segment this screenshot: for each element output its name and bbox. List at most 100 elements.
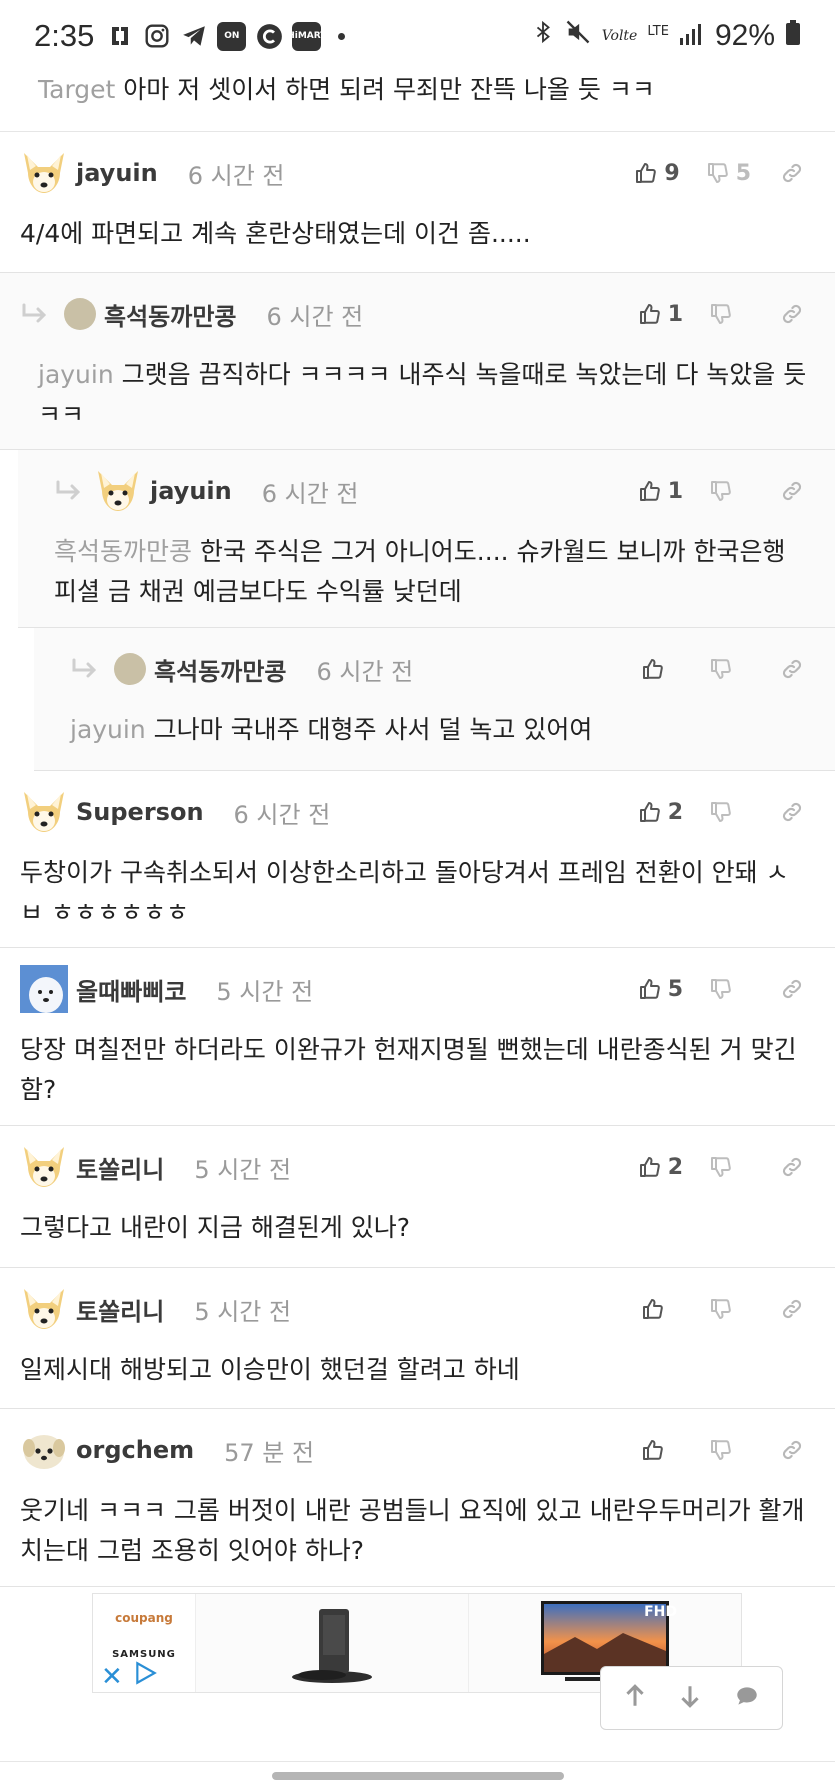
ad-brand-samsung: SAMSUNG <box>112 1648 176 1660</box>
link-icon[interactable] <box>779 1297 805 1321</box>
avatar[interactable] <box>20 1143 68 1191</box>
robot-vacuum-image <box>292 1609 372 1683</box>
comment-body: 그렇다고 내란이 지금 해결된게 있나? <box>0 1208 835 1270</box>
ad-choices-icon[interactable] <box>133 1660 159 1690</box>
comment-actions: 1 <box>622 479 805 504</box>
reply-arrow-icon <box>22 303 47 323</box>
nav-divider <box>0 1761 835 1762</box>
comment-icon[interactable] <box>733 1683 761 1713</box>
like-button[interactable]: 5 <box>638 977 683 1002</box>
comment-username[interactable]: 흑석동까만콩 <box>154 652 286 687</box>
comment-text: 4/4에 파면되고 계속 혼란상태였는데 이건 좀..... <box>20 219 531 248</box>
dislike-button[interactable] <box>709 1297 751 1321</box>
comment-text: 그렇다고 내란이 지금 해결된게 있나? <box>20 1213 411 1242</box>
comment-header: 토쏠리니 5 시간 전 2 <box>0 1126 835 1208</box>
comment-username[interactable]: 토쏠리니 <box>76 1150 164 1185</box>
link-icon[interactable] <box>779 479 805 503</box>
mention-tag[interactable]: Target <box>38 75 115 104</box>
bluetooth-icon <box>532 18 554 54</box>
comment-actions: 1 <box>622 302 805 327</box>
like-button[interactable]: 2 <box>638 1155 683 1180</box>
avatar[interactable] <box>20 1285 68 1333</box>
home-gesture-bar[interactable] <box>272 1772 564 1780</box>
avatar[interactable] <box>64 298 96 330</box>
arrow-down-icon[interactable] <box>677 1683 703 1713</box>
link-icon[interactable] <box>779 800 805 824</box>
like-count: 1 <box>667 301 683 327</box>
comment-header: 흑석동까만콩 6 시간 전 <box>34 628 835 710</box>
telegram-icon <box>180 22 208 50</box>
dislike-button[interactable] <box>709 800 751 824</box>
like-button[interactable] <box>641 1438 683 1462</box>
comment-item: Superson 6 시간 전 2 두창이가 구속취소되서 이상한소리하고 돌아당겨서… <box>0 771 835 948</box>
comment-time: 5 시간 전 <box>194 1297 292 1326</box>
dislike-button[interactable] <box>709 479 751 503</box>
like-count: 5 <box>667 976 683 1002</box>
comment-text: 아마 저 셋이서 하면 되려 무죄만 잔뜩 나올 듯 ㅋㅋ <box>123 75 655 104</box>
dislike-button[interactable]: 5 <box>706 161 751 186</box>
like-button[interactable]: 1 <box>638 302 683 327</box>
comment-time: 5 시간 전 <box>216 977 314 1006</box>
comment-body: 당장 며칠전만 하더라도 이완규가 헌재지명될 뻔했는데 내란종식된 거 맞긴 … <box>0 1030 835 1132</box>
comment-actions <box>625 1297 805 1321</box>
avatar[interactable] <box>20 149 68 197</box>
comment-actions: 2 <box>622 1155 805 1180</box>
comment-header: 흑석동까만콩 6 시간 전 1 <box>0 273 835 355</box>
link-icon[interactable] <box>779 657 805 681</box>
comment-body: 일제시대 해방되고 이승만이 했던걸 할려고 하네 <box>0 1350 835 1412</box>
like-button[interactable] <box>641 657 683 681</box>
comment-time: 6 시간 전 <box>261 479 359 508</box>
comment-actions: 95 <box>618 161 805 186</box>
comment-username[interactable]: 토쏠리니 <box>76 1292 164 1327</box>
mention-tag[interactable]: 흑석동까만콩 <box>54 537 192 566</box>
dislike-button[interactable] <box>709 657 751 681</box>
dislike-button[interactable] <box>709 977 751 1001</box>
link-icon[interactable] <box>779 1438 805 1462</box>
comment-time: 6 시간 전 <box>187 161 285 190</box>
status-bar: 2:35 ON HiMART Volte LTE 92% <box>0 0 835 72</box>
reply-arrow-icon <box>72 658 97 678</box>
c-app-icon <box>255 22 283 50</box>
instagram-icon <box>143 22 171 50</box>
avatar[interactable] <box>20 1426 68 1474</box>
dislike-button[interactable] <box>709 1438 751 1462</box>
avatar[interactable] <box>94 467 142 515</box>
status-left-icons: ON HiMART <box>106 21 346 51</box>
arrow-up-icon[interactable] <box>622 1683 648 1713</box>
comment-header: jayuin 6 시간 전 1 <box>18 450 835 532</box>
dislike-button[interactable] <box>709 1155 751 1179</box>
link-icon[interactable] <box>779 161 805 185</box>
comment-body: jayuin 그랫음 끔직하다 ㅋㅋㅋㅋ 내주식 녹을때로 녹았는데 다 녹았을… <box>0 355 835 457</box>
mention-tag[interactable]: jayuin <box>38 360 114 389</box>
comment-actions <box>625 1438 805 1462</box>
comment-body: 4/4에 파면되고 계속 혼란상태였는데 이건 좀..... <box>0 214 835 276</box>
comment-item: jayuin 6 시간 전 1 흑석동까만콩 한국 주식은 그거 아니어도.... 슈… <box>18 450 835 628</box>
comment-username[interactable]: orgchem <box>76 1436 194 1464</box>
comment-username[interactable]: Superson <box>76 798 204 826</box>
avatar[interactable] <box>20 788 68 836</box>
link-icon[interactable] <box>779 1155 805 1179</box>
comment-body: 웃기네 ㅋㅋㅋ 그롬 버젓이 내란 공범들니 요직에 있고 내란우두머리가 활개… <box>0 1491 835 1593</box>
mention-tag[interactable]: jayuin <box>70 715 146 744</box>
comment-actions <box>625 657 805 681</box>
comment-username[interactable]: 흑석동까만콩 <box>104 297 236 332</box>
like-button[interactable] <box>641 1297 683 1321</box>
comment-time: 57 분 전 <box>224 1438 315 1467</box>
comment-text: 그랫음 끔직하다 ㅋㅋㅋㅋ 내주식 녹을때로 녹았는데 다 녹았을 듯 ㅋㅋ <box>38 360 807 429</box>
ad-product-robot-vacuum[interactable] <box>195 1594 468 1692</box>
comment-username[interactable]: jayuin <box>150 477 232 505</box>
comment-username[interactable]: 올때빠삐코 <box>76 972 186 1007</box>
like-button[interactable]: 9 <box>634 161 680 186</box>
like-button[interactable]: 2 <box>638 800 683 825</box>
comment-actions: 2 <box>622 800 805 825</box>
notification-dot-icon <box>338 32 346 40</box>
avatar[interactable] <box>114 653 146 685</box>
link-icon[interactable] <box>779 977 805 1001</box>
like-button[interactable]: 1 <box>638 479 683 504</box>
floating-nav <box>600 1666 783 1730</box>
avatar[interactable] <box>20 965 68 1013</box>
dislike-button[interactable] <box>709 302 751 326</box>
ad-close-icon[interactable]: ✕ <box>101 1664 123 1690</box>
link-icon[interactable] <box>779 302 805 326</box>
comment-username[interactable]: jayuin <box>76 159 158 187</box>
